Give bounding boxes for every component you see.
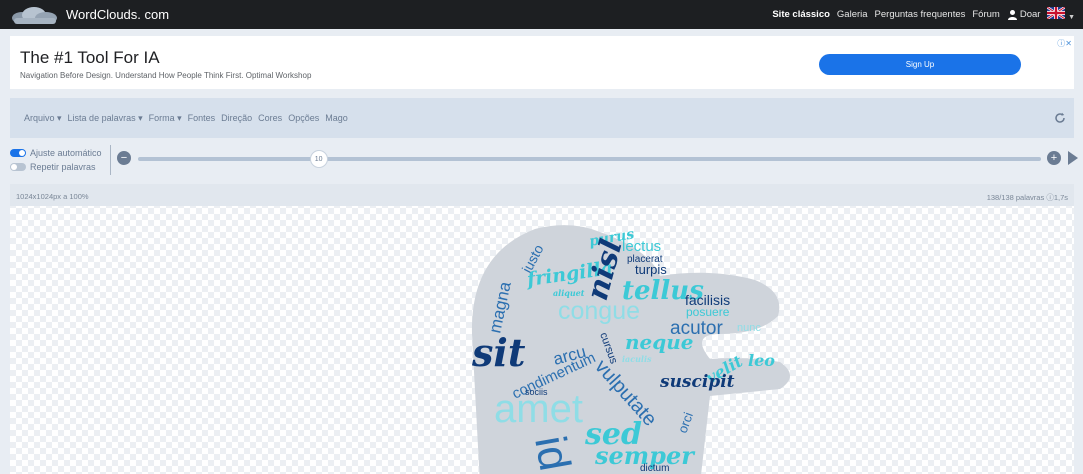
word-suscipit: suscipit xyxy=(659,372,735,392)
word-leo: leo xyxy=(748,351,775,370)
nav-forum[interactable]: Fórum xyxy=(972,9,999,20)
menu-fonts[interactable]: Fontes xyxy=(188,113,216,124)
top-navbar: WordClouds. com Site clássico Galeria Pe… xyxy=(0,0,1083,29)
word-neque: neque xyxy=(625,330,694,354)
ad-subtitle: Navigation Before Design. Understand How… xyxy=(20,71,312,80)
user-icon xyxy=(1007,10,1017,20)
language-selector[interactable]: ▼ xyxy=(1047,7,1075,22)
autofit-toggle[interactable]: Ajuste automático xyxy=(10,147,102,159)
word-turpis: turpis xyxy=(635,262,667,277)
ad-banner[interactable]: The #1 Tool For IA Navigation Before Des… xyxy=(10,36,1074,89)
cloud-logo-icon xyxy=(12,6,57,24)
nav-classic-site[interactable]: Site clássico xyxy=(772,9,830,20)
menu-direction[interactable]: Direção xyxy=(221,113,252,124)
menu-shape[interactable]: Forma ▾ xyxy=(149,113,182,124)
chevron-down-icon: ▼ xyxy=(1068,14,1075,21)
slider-thumb[interactable]: 10 xyxy=(309,150,328,168)
menu-items: Arquivo ▾ Lista de palavras ▾ Forma ▾ Fo… xyxy=(24,113,348,124)
nav-gallery[interactable]: Galeria xyxy=(837,9,868,20)
brand-name: WordClouds. com xyxy=(66,7,170,22)
ad-signup-button[interactable]: Sign Up xyxy=(819,54,1021,75)
autofit-label: Ajuste automático xyxy=(30,148,102,158)
menu-file[interactable]: Arquivo ▾ xyxy=(24,113,62,124)
word-sit: sit xyxy=(471,330,526,375)
play-icon[interactable] xyxy=(1068,151,1078,165)
menu-colors[interactable]: Cores xyxy=(258,113,282,124)
repeat-label: Repetir palavras xyxy=(30,162,96,172)
autofit-switch[interactable] xyxy=(10,149,26,157)
editor-menubar: Arquivo ▾ Lista de palavras ▾ Forma ▾ Fo… xyxy=(10,98,1074,138)
donate-label: Doar xyxy=(1019,9,1041,20)
word-amet: amet xyxy=(494,387,583,431)
repeat-switch[interactable] xyxy=(10,163,26,171)
nav-links: Site clássico Galeria Perguntas frequent… xyxy=(772,7,1075,22)
refresh-icon[interactable] xyxy=(1054,112,1066,124)
ad-title: The #1 Tool For IA xyxy=(20,48,160,67)
slider-track[interactable] xyxy=(138,157,1041,161)
word-iaculis: iaculis xyxy=(622,354,652,364)
ad-choices-icon[interactable]: ⓘ✕ xyxy=(1057,38,1072,49)
repeat-toggle[interactable]: Repetir palavras xyxy=(10,161,102,173)
controls-row: Ajuste automático Repetir palavras − 10 … xyxy=(10,145,1078,179)
menu-word-list[interactable]: Lista de palavras ▾ xyxy=(68,113,143,124)
zoom-in-button[interactable]: + xyxy=(1047,151,1061,165)
wordcloud-image: purus lectus justo placerat turpis fring… xyxy=(471,225,790,474)
toggle-group: Ajuste automático Repetir palavras xyxy=(10,147,102,175)
divider xyxy=(110,145,111,175)
word-dictum: dictum xyxy=(640,463,669,474)
nav-donate[interactable]: Doar xyxy=(1007,9,1041,20)
word-nunc: nunc xyxy=(737,322,761,334)
word-congue: congue xyxy=(558,297,640,325)
uk-flag-icon xyxy=(1047,7,1066,19)
brand-logo[interactable]: WordClouds. com xyxy=(8,4,169,26)
menu-wizard[interactable]: Mago xyxy=(325,113,348,124)
word-posuere: posuere xyxy=(686,305,730,319)
wordcloud-canvas[interactable]: 1024x1024px a 100% 138/138 palavras ⓘ1,7… xyxy=(10,184,1074,474)
menu-options[interactable]: Opções xyxy=(288,113,319,124)
zoom-out-button[interactable]: − xyxy=(117,151,131,165)
nav-faq[interactable]: Perguntas frequentes xyxy=(875,9,966,20)
